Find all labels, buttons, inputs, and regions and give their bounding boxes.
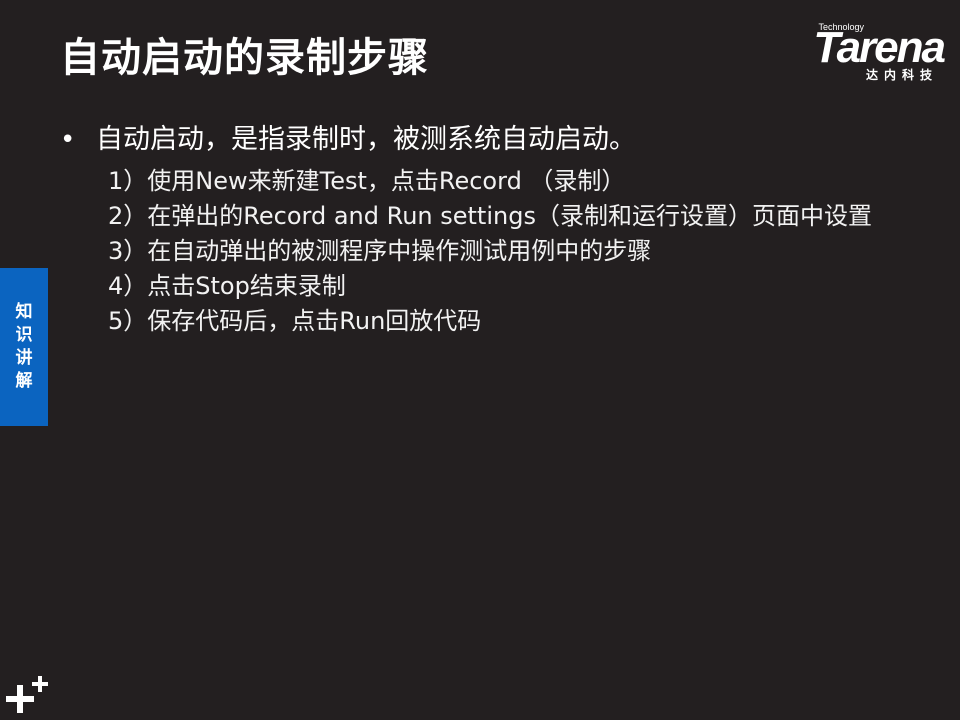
- bullet-text: 自动启动，是指录制时，被测系统自动启动。: [96, 124, 636, 155]
- step-item: 4）点击Stop结束录制: [108, 272, 346, 300]
- logo-chinese-text: 达内科技: [865, 68, 938, 82]
- logo-brand-text: Tarena: [813, 23, 946, 72]
- plus-plus-icon: [6, 676, 48, 713]
- side-tab-char: 识: [15, 325, 33, 345]
- step-item: 2）在弹出的Record and Run settings（录制和运行设置）页面…: [108, 202, 872, 230]
- bullet-item: • 自动启动，是指录制时，被测系统自动启动。: [60, 120, 920, 160]
- tarena-logo: Technology Tarena 达内科技: [774, 22, 946, 84]
- slide-title: 自动启动的录制步骤: [60, 35, 429, 81]
- steps-list: 1）使用New来新建Test，点击Record （录制） 2）在弹出的Recor…: [60, 164, 920, 339]
- side-tab-char: 讲: [15, 348, 33, 368]
- step-item: 3）在自动弹出的被测程序中操作测试用例中的步骤: [108, 237, 652, 265]
- side-tab-char: 知: [15, 302, 33, 322]
- side-tab-char: 解: [15, 371, 33, 391]
- step-item: 5）保存代码后，点击Run回放代码: [108, 307, 482, 335]
- slide-content: • 自动启动，是指录制时，被测系统自动启动。 1）使用New来新建Test，点击…: [60, 120, 920, 339]
- step-item: 1）使用New来新建Test，点击Record （录制）: [108, 167, 626, 195]
- knowledge-explanation-tab: 知 识 讲 解: [0, 268, 48, 426]
- bullet-dot: •: [60, 125, 76, 155]
